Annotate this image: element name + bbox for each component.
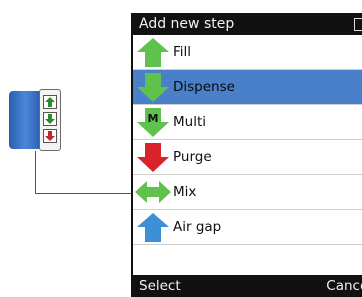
menu-item-label: Multi [173,114,206,130]
pipette-device-icon [9,89,63,151]
menu-item-fill[interactable]: Fill [133,35,362,70]
dispense-down-arrow-icon [133,70,173,105]
air-gap-up-arrow-icon [133,210,173,245]
menu-title: Add new step [139,16,235,32]
menu-item-label: Air gap [173,219,222,235]
connector-line [35,193,132,194]
mix-double-arrow-icon [133,175,173,210]
select-softkey[interactable]: Select [139,275,181,297]
menu-item-label: Dispense [173,79,235,95]
checkbox-icon[interactable] [354,18,362,31]
softkey-bar: Select Cancel [133,275,362,297]
menu-item-label: Fill [173,44,192,60]
device-step-strip [39,89,61,151]
menu-item-dispense[interactable]: Dispense [133,70,362,105]
strip-purge-icon [43,129,57,143]
purge-down-arrow-icon [133,140,173,175]
multi-dispense-icon: M [133,105,173,140]
menu-item-label: Purge [173,149,212,165]
strip-fill-icon [43,95,57,109]
step-list: Fill Dispense M Multi Purge Mix Air gap [133,35,362,245]
fill-up-arrow-icon [133,35,173,70]
menu-title-bar: Add new step [133,13,362,35]
connector-line [35,151,36,193]
strip-dispense-icon [43,112,57,126]
menu-item-label: Mix [173,184,197,200]
cancel-softkey[interactable]: Cancel [326,275,362,297]
menu-item-purge[interactable]: Purge [133,140,362,175]
menu-item-mix[interactable]: Mix [133,175,362,210]
menu-item-air-gap[interactable]: Air gap [133,210,362,245]
device-body [9,91,39,149]
multi-badge: M [148,112,159,125]
menu-item-multi[interactable]: M Multi [133,105,362,140]
add-step-menu: Add new step Fill Dispense M Multi Purge… [131,13,362,297]
